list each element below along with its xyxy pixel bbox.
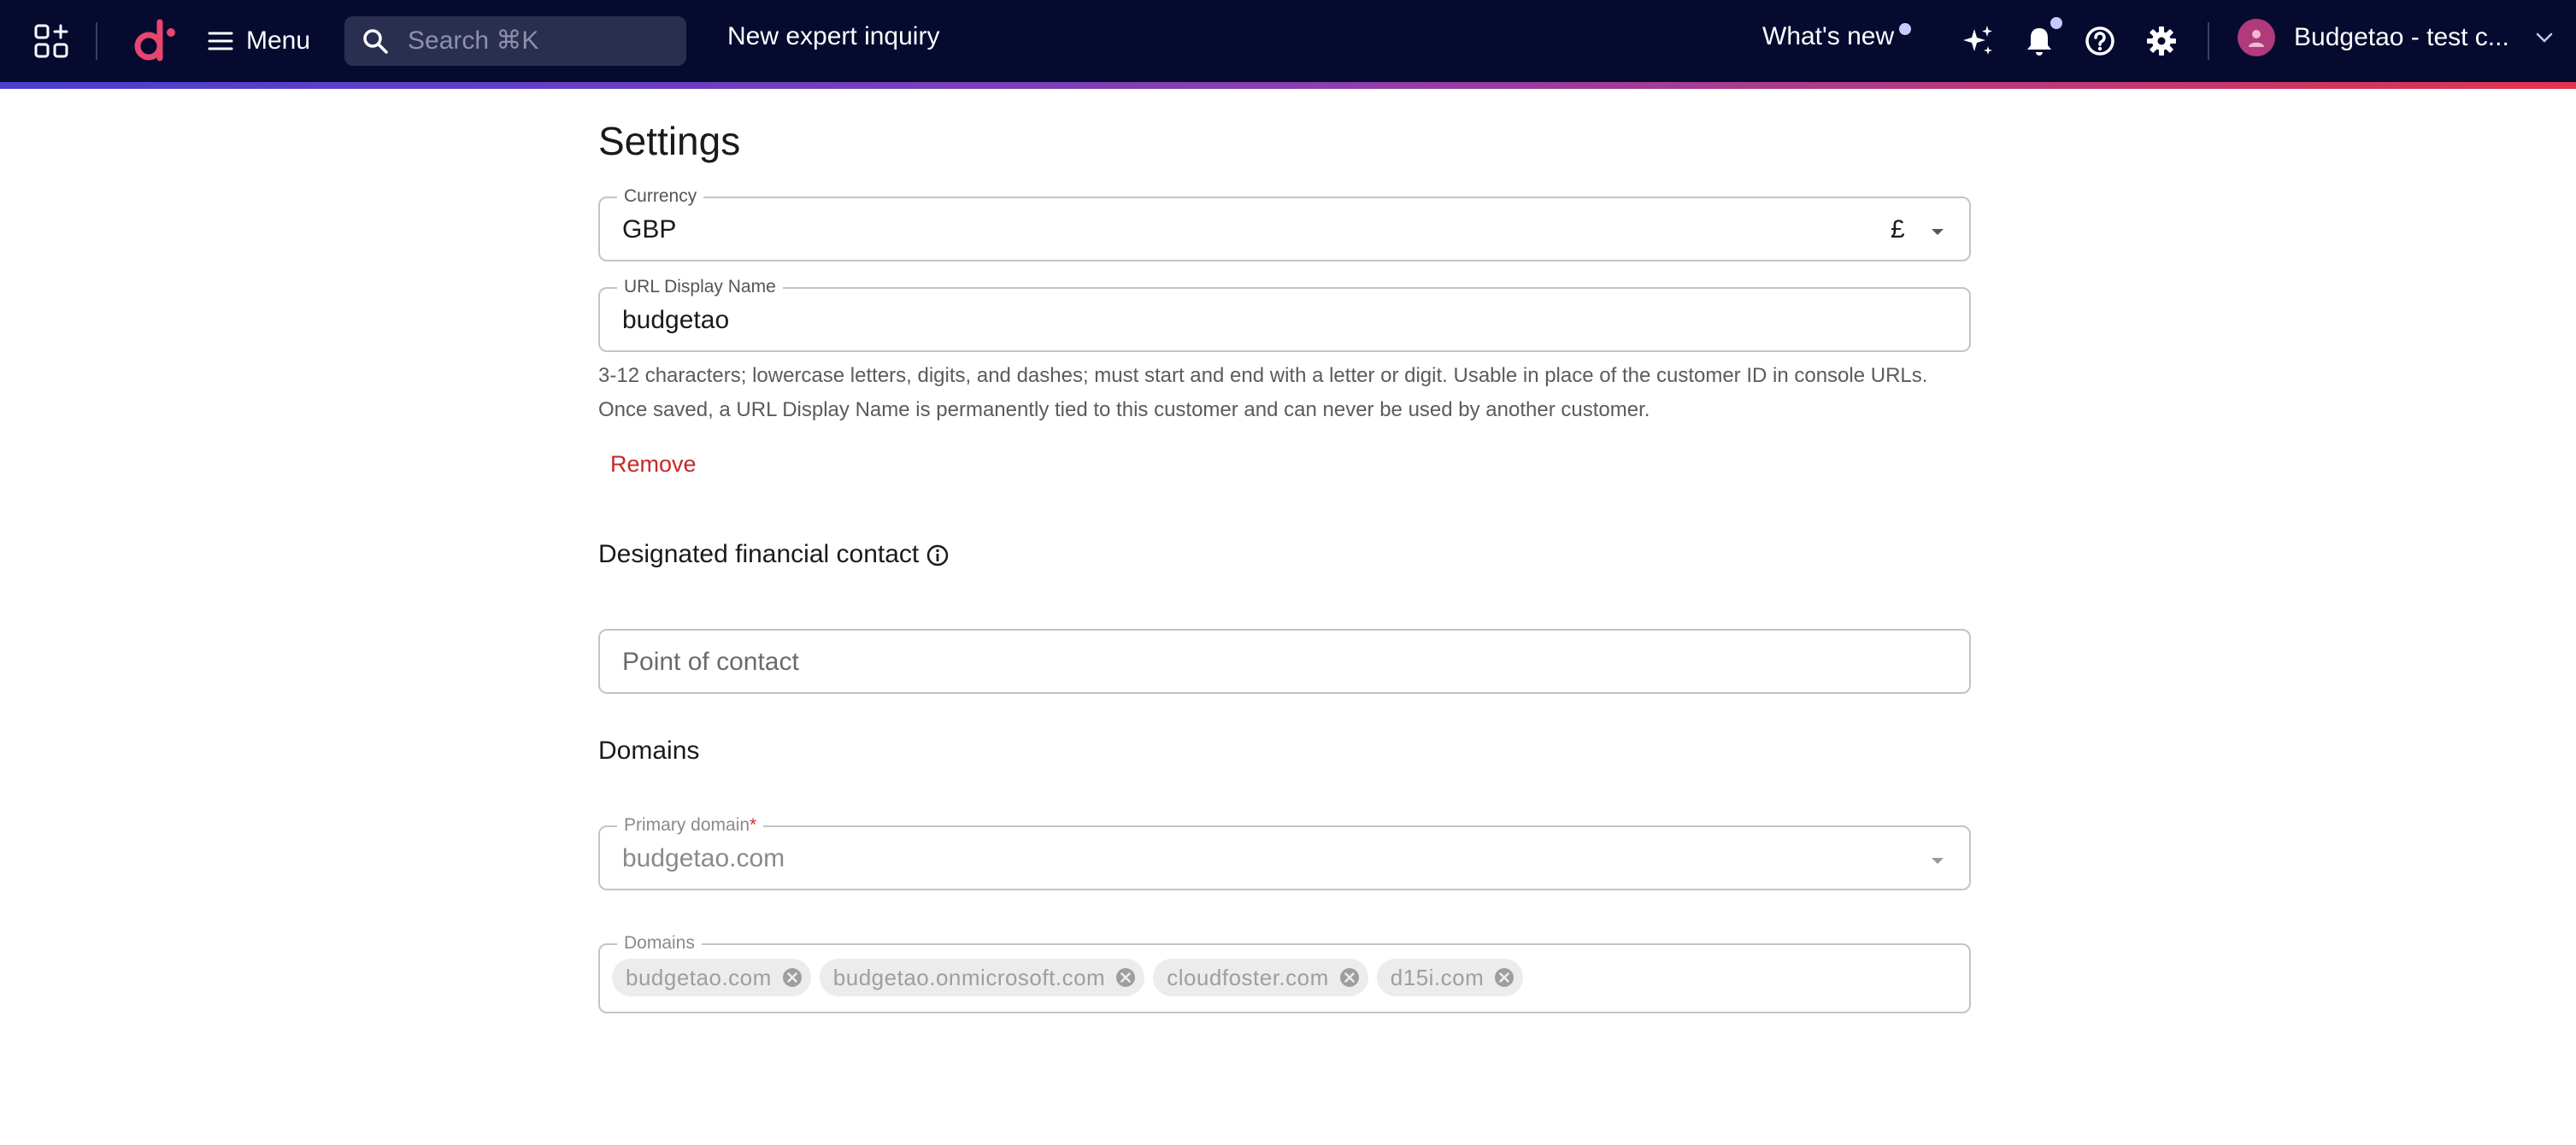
- new-expert-inquiry-label: New expert inquiry: [727, 22, 940, 50]
- primary-domain-label: Primary domain*: [617, 813, 764, 837]
- required-asterisk: *: [750, 815, 757, 835]
- remove-chip-icon[interactable]: [1492, 966, 1516, 989]
- avatar-icon: [2238, 19, 2275, 56]
- menu-button[interactable]: Menu: [207, 19, 310, 63]
- chevron-down-icon: [2536, 32, 2553, 43]
- url-display-name-helper-text: 3-12 characters; lowercase letters, digi…: [598, 364, 1928, 421]
- logo[interactable]: [128, 15, 179, 67]
- primary-domain-value: budgetao.com: [622, 844, 785, 872]
- remove-chip-icon[interactable]: [780, 966, 804, 989]
- top-navigation-bar: Menu New expert inquiry What's new: [0, 0, 2576, 82]
- notifications-indicator-dot: [2050, 17, 2062, 29]
- domain-chip: budgetao.onmicrosoft.com: [819, 959, 1145, 996]
- domain-chip-label: budgetao.com: [626, 964, 772, 990]
- domains-field[interactable]: Domains budgetao.com budgetao.onmicrosof…: [598, 931, 1971, 1013]
- account-name: Budgetao - test c...: [2294, 23, 2509, 51]
- info-icon[interactable]: [925, 543, 950, 568]
- remove-button[interactable]: Remove: [610, 451, 697, 478]
- url-display-name-value: budgetao: [622, 306, 730, 334]
- page-title: Settings: [598, 119, 741, 163]
- menu-label: Menu: [246, 26, 311, 55]
- sparkle-icon: [1963, 26, 1992, 55]
- search-icon: [363, 29, 388, 54]
- gear-icon: [2147, 26, 2176, 56]
- point-of-contact-placeholder: Point of contact: [622, 648, 799, 676]
- settings-button[interactable]: [2141, 21, 2182, 62]
- domain-chips: budgetao.com budgetao.onmicrosoft.com cl…: [612, 959, 1532, 996]
- primary-domain-label-text: Primary domain: [624, 815, 750, 835]
- currency-select[interactable]: Currency GBP £: [598, 185, 1971, 261]
- financial-contact-heading: Designated financial contact: [598, 540, 920, 568]
- whats-new-indicator-dot: [1899, 23, 1911, 35]
- search-box[interactable]: [344, 16, 686, 66]
- domain-chip-label: cloudfoster.com: [1167, 964, 1329, 990]
- domain-chip: d15i.com: [1376, 959, 1524, 996]
- topbar-divider: [96, 22, 97, 60]
- primary-domain-select[interactable]: Primary domain* budgetao.com: [598, 813, 1971, 890]
- help-icon: [2085, 26, 2114, 56]
- new-expert-inquiry-link[interactable]: New expert inquiry: [727, 22, 939, 51]
- domain-chip-label: d15i.com: [1390, 964, 1485, 990]
- url-display-name-field[interactable]: URL Display Name budgetao: [598, 275, 1971, 352]
- currency-symbol: £: [1891, 215, 1905, 244]
- domains-heading: Domains: [598, 737, 700, 765]
- whats-new-label: What's new: [1762, 22, 1895, 50]
- topbar-divider: [2208, 22, 2209, 60]
- domain-chip: budgetao.com: [612, 959, 811, 996]
- whats-new-button[interactable]: What's new: [1762, 22, 1894, 51]
- ai-assistant-button[interactable]: [1957, 21, 1998, 62]
- remove-chip-icon[interactable]: [1338, 966, 1362, 989]
- brand-gradient-divider: [0, 82, 2576, 89]
- hamburger-icon: [208, 32, 233, 50]
- apps-icon[interactable]: [32, 22, 70, 60]
- search-input[interactable]: [406, 26, 666, 56]
- domains-label: Domains: [617, 931, 702, 955]
- domain-chip: cloudfoster.com: [1153, 959, 1368, 996]
- remove-chip-icon[interactable]: [1114, 966, 1138, 989]
- caret-down-icon: [1932, 229, 1944, 235]
- account-switcher[interactable]: Budgetao - test c...: [2238, 19, 2555, 56]
- currency-label: Currency: [617, 185, 704, 208]
- url-display-name-label: URL Display Name: [617, 275, 783, 299]
- bell-icon: [2027, 28, 2051, 56]
- currency-value: GBP: [622, 215, 677, 244]
- help-button[interactable]: [2079, 21, 2120, 62]
- domain-chip-label: budgetao.onmicrosoft.com: [832, 964, 1106, 990]
- caret-down-icon: [1932, 858, 1944, 864]
- point-of-contact-field[interactable]: Point of contact: [598, 629, 1971, 694]
